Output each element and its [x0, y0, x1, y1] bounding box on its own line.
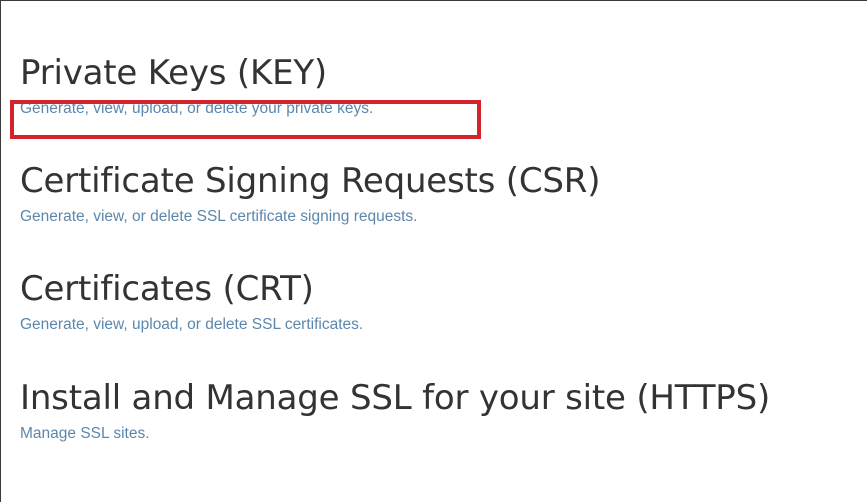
section-install-ssl: Install and Manage SSL for your site (HT… — [20, 378, 770, 444]
section-title-install-ssl: Install and Manage SSL for your site (HT… — [20, 378, 771, 418]
section-title-certificates: Certificates (CRT) — [20, 269, 314, 309]
section-csr: Certificate Signing Requests (CSR) Gener… — [20, 161, 600, 227]
certificates-link[interactable]: Generate, view, upload, or delete SSL ce… — [20, 315, 363, 335]
section-certificates: Certificates (CRT) Generate, view, uploa… — [20, 269, 363, 335]
csr-link[interactable]: Generate, view, or delete SSL certificat… — [20, 207, 417, 227]
manage-ssl-sites-link[interactable]: Manage SSL sites. — [20, 424, 150, 444]
section-title-csr: Certificate Signing Requests (CSR) — [20, 161, 601, 201]
section-title-private-keys: Private Keys (KEY) — [20, 53, 327, 93]
page-panel: Private Keys (KEY) Generate, view, uploa… — [0, 0, 867, 502]
private-keys-link[interactable]: Generate, view, upload, or delete your p… — [20, 99, 373, 119]
section-private-keys: Private Keys (KEY) Generate, view, uploa… — [20, 53, 373, 119]
